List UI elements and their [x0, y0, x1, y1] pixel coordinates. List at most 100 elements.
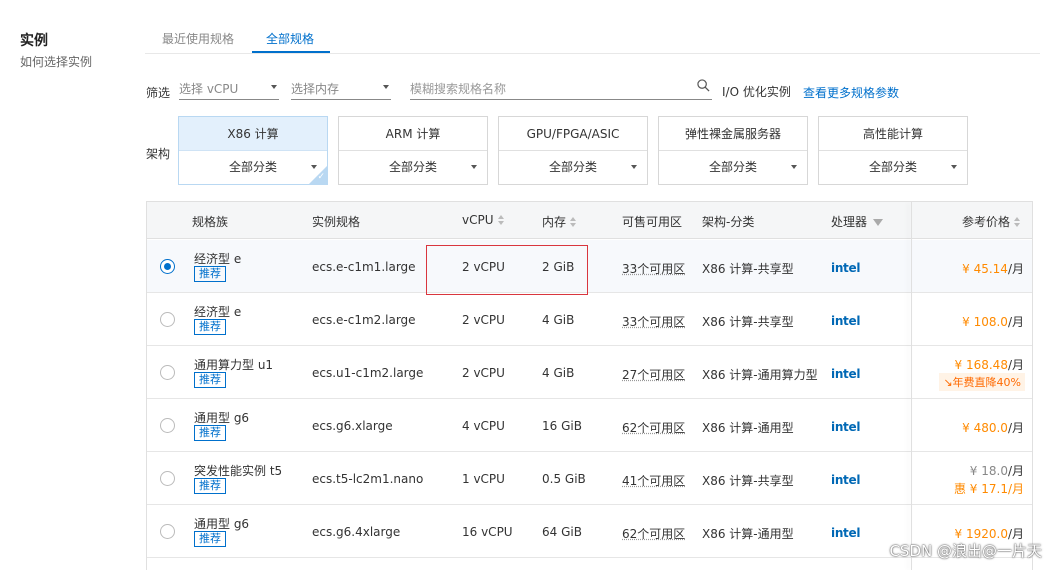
- tab-all-specs[interactable]: 全部规格: [266, 30, 314, 47]
- arch-option-arm[interactable]: ARM 计算 全部分类: [338, 116, 488, 185]
- sort-icon[interactable]: [497, 215, 505, 226]
- arch-category-label: 全部分类: [388, 160, 437, 174]
- row-radio[interactable]: [160, 471, 175, 486]
- intel-logo: intel: [831, 420, 861, 434]
- row-spec: ecs.g6.4xlarge: [312, 525, 401, 539]
- header-vcpu[interactable]: vCPU: [462, 213, 505, 227]
- row-memory: 64 GiB: [542, 525, 582, 539]
- row-radio[interactable]: [160, 418, 175, 433]
- row-radio[interactable]: [160, 259, 175, 274]
- row-zones[interactable]: 62个可用区: [622, 525, 685, 542]
- row-zones[interactable]: 33个可用区: [622, 260, 685, 277]
- chevron-down-icon: [951, 165, 957, 169]
- table-row[interactable]: 通用型 g6 推荐 ecs.g6.xlarge 4 vCPU 16 GiB 62…: [147, 399, 1032, 452]
- table-row[interactable]: 经济型 e 推荐 ecs.e-c1m1.large 2 vCPU 2 GiB 3…: [147, 240, 1032, 293]
- row-memory: 16 GiB: [542, 419, 582, 433]
- row-memory: 4 GiB: [542, 313, 575, 327]
- row-price-unit: /月: [1007, 464, 1024, 478]
- arch-label: 架构: [146, 147, 171, 161]
- arch-category-select[interactable]: 全部分类: [179, 151, 327, 184]
- row-spec: ecs.g6.xlarge: [312, 419, 393, 433]
- row-price-value: ¥ 45.14: [962, 262, 1008, 276]
- trend-down-icon: ↘: [943, 376, 953, 389]
- arch-category-select[interactable]: 全部分类: [819, 151, 967, 184]
- row-arch: X86 计算-通用算力型: [702, 368, 818, 382]
- header-memory[interactable]: 内存: [542, 213, 577, 230]
- recommend-badge: 推荐: [194, 425, 226, 441]
- row-price: ¥ 168.48/月: [955, 356, 1024, 373]
- row-spec: ecs.t5-lc2m1.nano: [312, 472, 424, 486]
- chevron-down-icon: [631, 165, 637, 169]
- arch-category-select[interactable]: 全部分类: [339, 151, 487, 184]
- sort-icon[interactable]: [570, 217, 577, 228]
- search-icon[interactable]: [697, 79, 710, 92]
- row-price: ¥ 18.0/月: [970, 462, 1024, 479]
- row-arch: X86 计算-通用型: [702, 527, 794, 541]
- row-discount-unit: /月: [1007, 482, 1024, 496]
- row-memory: 4 GiB: [542, 366, 575, 380]
- io-optimized-label[interactable]: I/O 优化实例: [722, 83, 791, 100]
- header-cpu[interactable]: 处理器: [831, 213, 884, 230]
- chevron-down-icon: [471, 165, 477, 169]
- arch-category-label: 全部分类: [548, 160, 597, 174]
- arch-category-label: 全部分类: [228, 160, 277, 174]
- row-zones[interactable]: 62个可用区: [622, 419, 685, 436]
- recommend-badge: 推荐: [194, 372, 226, 388]
- promo-badge: ↘年费直降40%: [939, 373, 1025, 391]
- arch-option-hpc[interactable]: 高性能计算 全部分类: [818, 116, 968, 185]
- row-family: 经济型 e: [194, 305, 242, 319]
- tab-recent-specs[interactable]: 最近使用规格: [162, 30, 234, 47]
- table-row[interactable]: 突发性能实例 t5 推荐 ecs.t5-lc2m1.nano 1 vCPU 0.…: [147, 452, 1032, 505]
- arch-option-x86[interactable]: X86 计算 全部分类 ✓: [178, 116, 328, 185]
- row-price-unit: /月: [1007, 358, 1024, 372]
- table-row[interactable]: 通用算力型 u1 推荐 ecs.u1-c1m2.large 2 vCPU 4 G…: [147, 346, 1032, 399]
- row-arch: X86 计算-共享型: [702, 262, 794, 276]
- highlight-box: [426, 245, 588, 295]
- arch-option-gpu[interactable]: GPU/FPGA/ASIC 全部分类: [498, 116, 648, 185]
- spec-table: 规格族 实例规格 vCPU 内存 可售可用区 架构-分类 处理器 参考价格 经济…: [146, 201, 1033, 570]
- row-family: 通用型 g6: [194, 411, 250, 425]
- row-radio[interactable]: [160, 524, 175, 539]
- row-price-unit: /月: [1007, 315, 1024, 329]
- recommend-badge: 推荐: [194, 478, 226, 494]
- row-discount-price: 惠 ¥ 17.1/月: [954, 480, 1024, 497]
- arch-option-bare-metal[interactable]: 弹性裸金属服务器 全部分类: [658, 116, 808, 185]
- arch-category-select[interactable]: 全部分类: [499, 151, 647, 184]
- chevron-down-icon: [383, 85, 389, 89]
- intel-logo: intel: [831, 526, 861, 540]
- arch-category-select[interactable]: 全部分类: [659, 151, 807, 184]
- row-family: 通用算力型 u1: [194, 358, 274, 372]
- row-zones[interactable]: 33个可用区: [622, 313, 685, 330]
- row-family: 通用型 g6: [194, 517, 250, 531]
- header-price-label: 参考价格: [962, 215, 1011, 229]
- filter-label: 筛选: [146, 86, 171, 100]
- row-radio[interactable]: [160, 312, 175, 327]
- header-cpu-label: 处理器: [831, 215, 868, 229]
- row-zones[interactable]: 41个可用区: [622, 472, 685, 489]
- row-memory: 0.5 GiB: [542, 472, 586, 486]
- arch-option-name: 弹性裸金属服务器: [659, 117, 807, 151]
- help-link[interactable]: 如何选择实例: [20, 53, 92, 70]
- spec-search-input[interactable]: 模糊搜索规格名称: [410, 78, 712, 100]
- row-discount-value: 惠 ¥ 17.1: [953, 482, 1008, 496]
- row-price-value: ¥ 108.0: [962, 315, 1008, 329]
- header-family: 规格族: [192, 215, 229, 229]
- row-radio[interactable]: [160, 365, 175, 380]
- memory-select[interactable]: 选择内存: [291, 78, 391, 100]
- row-zones[interactable]: 27个可用区: [622, 366, 685, 383]
- header-price[interactable]: 参考价格: [962, 213, 1021, 230]
- intel-logo: intel: [831, 314, 861, 328]
- intel-logo: intel: [831, 473, 861, 487]
- more-params-link[interactable]: 查看更多规格参数: [803, 84, 899, 101]
- row-vcpu: 2 vCPU: [462, 366, 505, 380]
- vcpu-select[interactable]: 选择 vCPU: [179, 78, 279, 100]
- table-row[interactable]: 经济型 e 推荐 ecs.e-c1m2.large 2 vCPU 4 GiB 3…: [147, 293, 1032, 346]
- memory-select-placeholder: 选择内存: [291, 82, 340, 96]
- intel-logo: intel: [831, 261, 861, 275]
- chevron-down-icon: [271, 85, 277, 89]
- filter-icon[interactable]: [873, 219, 884, 226]
- arch-option-name: X86 计算: [179, 117, 327, 151]
- sort-icon[interactable]: [1014, 217, 1021, 228]
- recommend-badge: 推荐: [194, 531, 226, 547]
- chevron-down-icon: [791, 165, 797, 169]
